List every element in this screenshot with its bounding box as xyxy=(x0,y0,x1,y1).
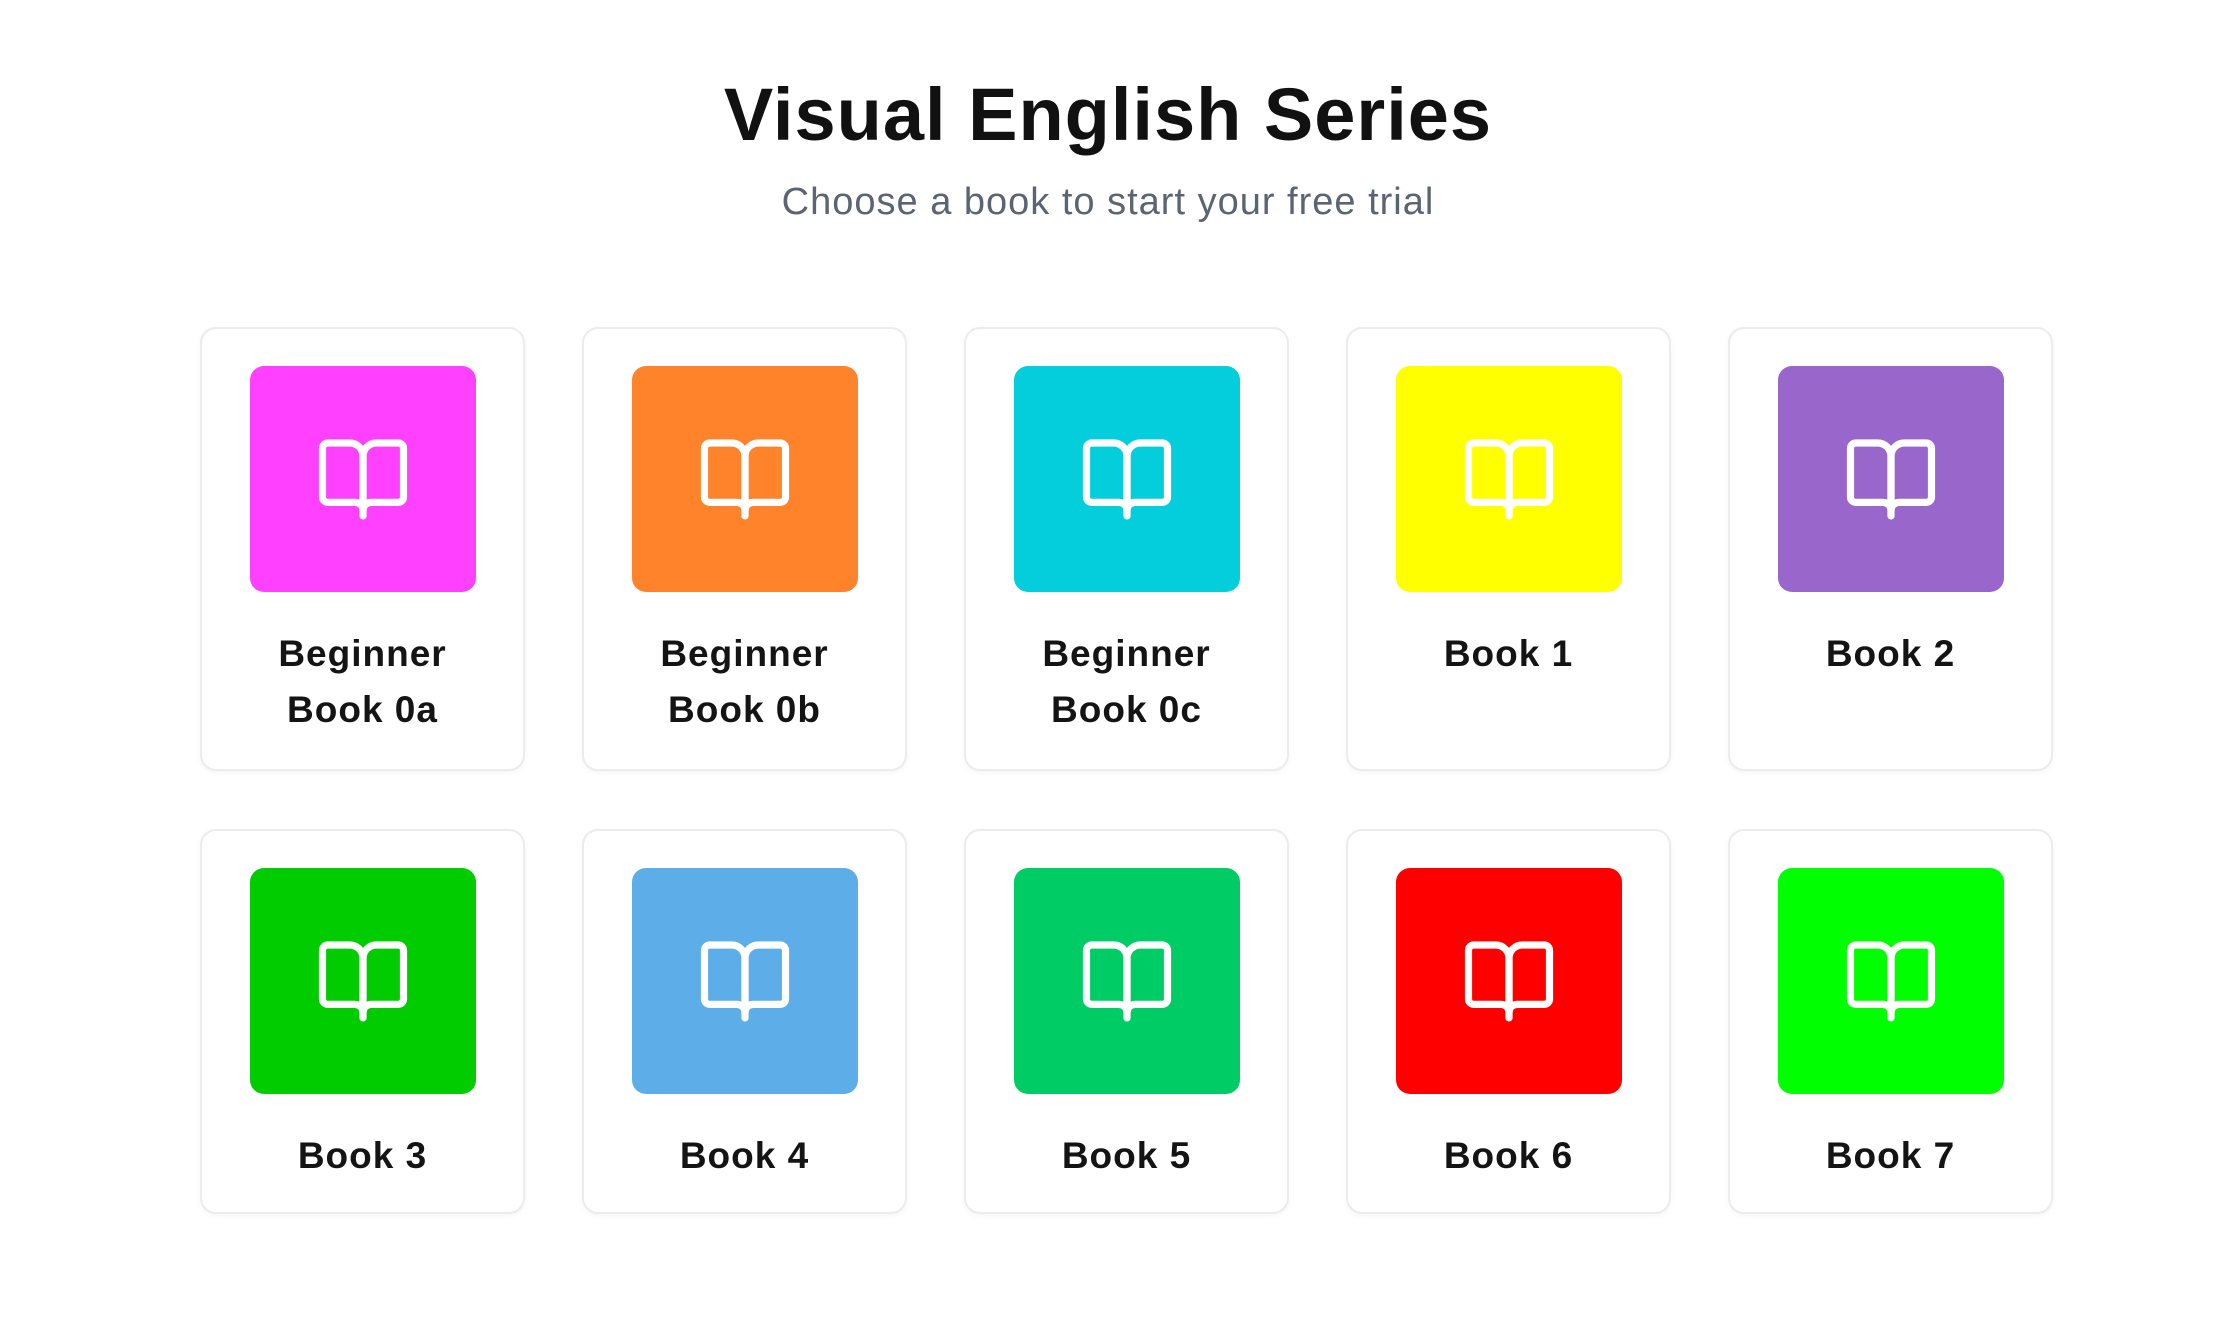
open-book-icon xyxy=(1082,941,1171,1022)
book-label: Book 1 xyxy=(1443,633,1574,674)
book-cover xyxy=(249,366,476,592)
book-grid: Beginner Book 0a Beginner Book 0b Beginn… xyxy=(200,327,2053,1214)
open-book-icon xyxy=(1464,941,1553,1022)
open-book-icon xyxy=(1846,941,1935,1022)
book-card-3[interactable]: Book 3 xyxy=(200,829,525,1214)
book-label: Book 7 xyxy=(1825,1135,1956,1176)
open-book-icon xyxy=(1846,439,1935,520)
book-cover xyxy=(1777,366,2004,592)
book-cover xyxy=(1395,868,1622,1094)
book-label: Beginner Book 0b xyxy=(660,633,829,730)
book-card-0b[interactable]: Beginner Book 0b xyxy=(582,327,907,771)
open-book-icon xyxy=(700,941,789,1022)
book-cover xyxy=(1395,366,1622,592)
book-card-5[interactable]: Book 5 xyxy=(964,829,1289,1214)
book-card-0a[interactable]: Beginner Book 0a xyxy=(200,327,525,771)
book-label: Book 5 xyxy=(1061,1135,1192,1176)
page: Visual English Series Choose a book to s… xyxy=(0,0,2216,1332)
page-title: Visual English Series xyxy=(723,73,1493,156)
book-label: Beginner Book 0c xyxy=(1042,633,1211,730)
book-label: Beginner Book 0a xyxy=(278,633,447,730)
book-label: Book 2 xyxy=(1825,633,1956,674)
page-header: Visual English Series Choose a book to s… xyxy=(0,0,2216,226)
book-card-4[interactable]: Book 4 xyxy=(582,829,907,1214)
open-book-icon xyxy=(700,439,789,520)
open-book-icon xyxy=(1082,439,1171,520)
book-label: Book 4 xyxy=(679,1135,810,1176)
book-card-2[interactable]: Book 2 xyxy=(1728,327,2053,771)
book-card-1[interactable]: Book 1 xyxy=(1346,327,1671,771)
book-card-0c[interactable]: Beginner Book 0c xyxy=(964,327,1289,771)
page-subtitle: Choose a book to start your free trial xyxy=(781,181,1435,223)
book-label: Book 6 xyxy=(1443,1135,1574,1176)
book-card-7[interactable]: Book 7 xyxy=(1728,829,2053,1214)
open-book-icon xyxy=(318,941,407,1022)
book-cover xyxy=(1013,868,1240,1094)
book-cover xyxy=(631,366,858,592)
book-card-6[interactable]: Book 6 xyxy=(1346,829,1671,1214)
book-label: Book 3 xyxy=(297,1135,428,1176)
book-cover xyxy=(1013,366,1240,592)
book-cover xyxy=(1777,868,2004,1094)
book-cover xyxy=(249,868,476,1094)
book-cover xyxy=(631,868,858,1094)
open-book-icon xyxy=(1464,439,1553,520)
open-book-icon xyxy=(318,439,407,520)
